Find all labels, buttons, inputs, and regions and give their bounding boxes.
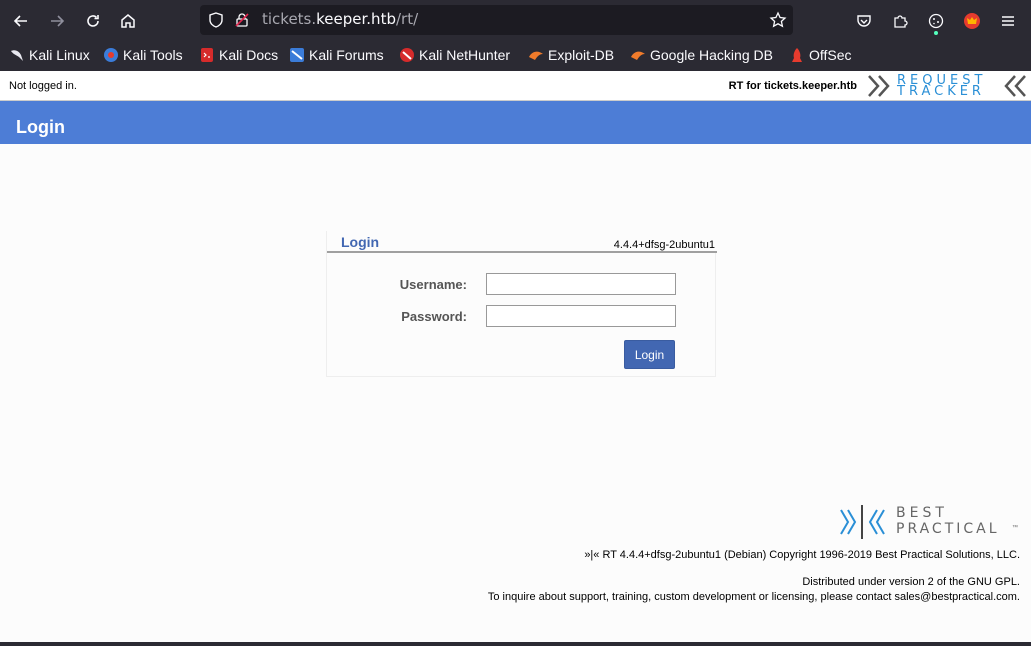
kali-forums-icon xyxy=(290,48,304,62)
username-label: Username: xyxy=(399,277,467,292)
exploit-db-icon xyxy=(529,51,543,60)
kali-tools-icon xyxy=(104,48,118,62)
rt-topbar: Not logged in. RT for tickets.keeper.htb… xyxy=(0,71,1031,101)
home-button[interactable] xyxy=(115,8,141,34)
contact-text: To inquire about support, training, cust… xyxy=(487,591,1020,603)
login-box: Login 4.4.4+dfsg-2ubuntu1 Username: Pass… xyxy=(326,231,717,377)
menu-button[interactable] xyxy=(995,8,1021,34)
password-label: Password: xyxy=(401,309,467,324)
login-button[interactable]: Login xyxy=(624,340,675,369)
best-practical-chevrons-icon xyxy=(840,505,885,539)
home-icon xyxy=(121,14,135,28)
logo-word-tracker: TRACKER xyxy=(897,84,985,99)
bookmark-star-icon[interactable] xyxy=(769,11,787,29)
bookmark-kali-tools[interactable]: Kali Tools xyxy=(103,47,183,63)
back-button[interactable] xyxy=(8,8,34,34)
username-input[interactable] xyxy=(486,273,676,295)
forward-button[interactable] xyxy=(44,8,70,34)
request-tracker-logo[interactable]: REQUEST TRACKER xyxy=(867,73,1027,99)
fox-avatar-icon xyxy=(964,13,980,29)
bookmark-kali-docs[interactable]: Kali Docs xyxy=(199,47,278,63)
window-bottom-edge xyxy=(0,642,1031,646)
ghdb-icon xyxy=(631,51,645,60)
shield-icon xyxy=(209,12,223,28)
url-text: tickets.keeper.htb/rt/ xyxy=(262,10,419,28)
bookmark-exploit-db[interactable]: Exploit-DB xyxy=(528,47,614,63)
bookmark-kali-nethunter[interactable]: Kali NetHunter xyxy=(399,47,510,63)
pocket-button[interactable] xyxy=(851,8,877,34)
bookmark-offsec[interactable]: OffSec xyxy=(789,47,852,63)
arrow-left-icon xyxy=(13,15,27,27)
page-title: Login xyxy=(16,117,65,137)
password-input[interactable] xyxy=(486,305,676,327)
profile-button[interactable] xyxy=(959,8,985,34)
arrow-right-icon xyxy=(51,15,65,27)
insecure-lock-icon[interactable] xyxy=(234,12,250,28)
cookie-button[interactable] xyxy=(923,8,949,35)
rt-version: 4.4.4+dfsg-2ubuntu1 xyxy=(613,239,715,251)
browser-toolbar: tickets.keeper.htb/rt/ xyxy=(0,0,1031,41)
double-chevron-left-icon xyxy=(1004,75,1026,97)
logo-word-practical: PRACTICAL xyxy=(896,521,1000,537)
offsec-icon xyxy=(792,48,802,62)
reload-button[interactable] xyxy=(80,8,106,34)
rt-instance-name: RT for tickets.keeper.htb xyxy=(728,80,857,92)
bookmarks-bar: Kali Linux Kali Tools Kali Docs Kali For… xyxy=(0,41,1031,71)
double-chevron-right-icon xyxy=(868,75,890,97)
reload-icon xyxy=(87,15,99,27)
notification-dot xyxy=(934,31,938,35)
pocket-icon xyxy=(857,15,871,27)
page-title-bar: Login xyxy=(0,101,1031,144)
kali-docs-icon xyxy=(201,48,213,62)
trademark-mark: ™ xyxy=(1012,525,1018,531)
login-box-title: Login xyxy=(341,234,380,250)
login-status: Not logged in. xyxy=(9,80,77,92)
copyright-text: »|« RT 4.4.4+dfsg-2ubuntu1 (Debian) Copy… xyxy=(584,549,1020,561)
logo-word-best: BEST xyxy=(896,505,948,521)
address-bar[interactable]: tickets.keeper.htb/rt/ xyxy=(200,5,793,35)
nethunter-icon xyxy=(400,48,414,62)
bookmark-kali-forums[interactable]: Kali Forums xyxy=(289,47,384,63)
hamburger-menu-icon xyxy=(1002,16,1014,26)
extensions-button[interactable] xyxy=(887,8,913,34)
bookmark-google-hacking-db[interactable]: Google Hacking DB xyxy=(630,47,773,63)
puzzle-icon xyxy=(894,15,908,28)
kali-dragon-icon xyxy=(11,50,23,61)
login-box-header: Login 4.4.4+dfsg-2ubuntu1 xyxy=(327,231,717,253)
rt-page: Not logged in. RT for tickets.keeper.htb… xyxy=(0,71,1031,642)
bookmark-kali-linux[interactable]: Kali Linux xyxy=(9,47,90,63)
license-text: Distributed under version 2 of the GNU G… xyxy=(802,576,1020,588)
best-practical-logo[interactable]: BEST PRACTICAL ™ xyxy=(840,505,1020,541)
cookie-icon xyxy=(928,13,944,29)
